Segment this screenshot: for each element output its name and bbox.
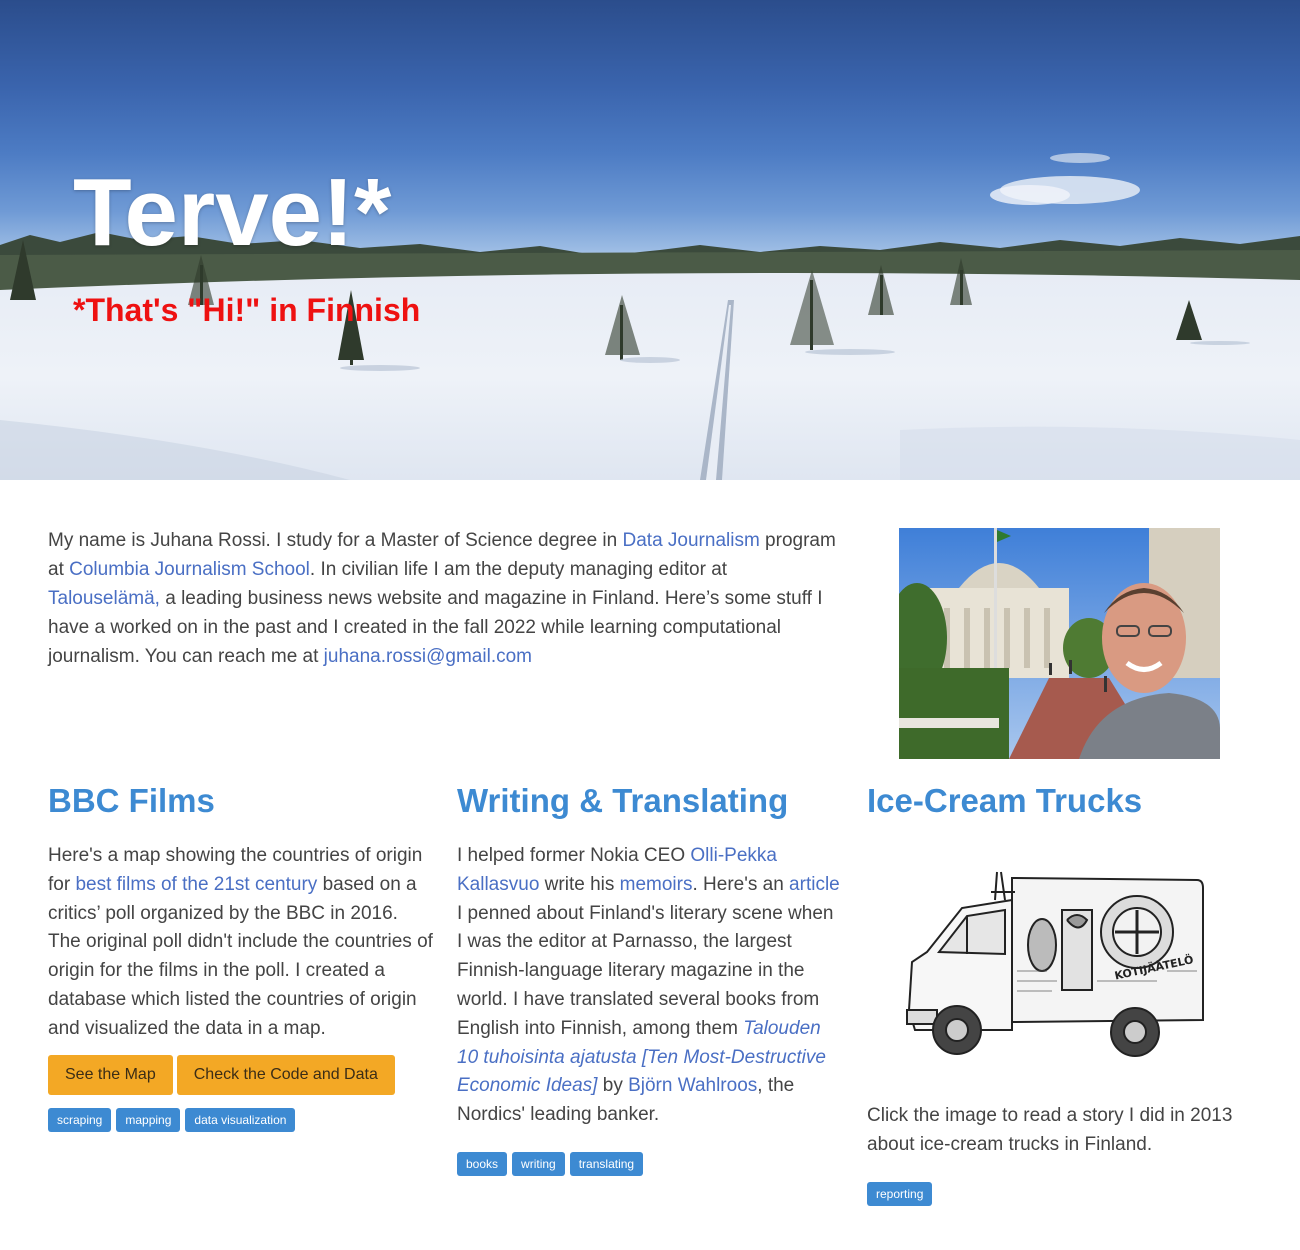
ice-cream-tags: reporting — [867, 1181, 1252, 1206]
tag-reporting[interactable]: reporting — [867, 1181, 933, 1206]
ice-cream-truck-image[interactable]: KOTIJÄÄTELÖ — [867, 870, 1252, 1090]
see-the-map-button[interactable]: See the Map — [48, 1054, 173, 1095]
talouselama-link[interactable]: Talouselämä, — [48, 588, 160, 609]
writing-text: write his — [539, 873, 620, 895]
data-journalism-link[interactable]: Data Journalism — [623, 530, 760, 551]
email-link[interactable]: juhana.rossi@gmail.com — [324, 646, 532, 667]
writing-description: I helped former Nokia CEO Olli-Pekka Kal… — [457, 842, 842, 1130]
ice-cream-trucks-heading: Ice-Cream Trucks — [867, 782, 1143, 819]
memoirs-link[interactable]: memoirs — [620, 874, 693, 895]
writing-text: . Here's an — [692, 873, 790, 895]
bbc-tags: scraping mapping data visualization — [48, 1107, 433, 1132]
tag-mapping[interactable]: mapping — [116, 1107, 181, 1132]
columbia-journalism-school-link[interactable]: Columbia Journalism School — [69, 559, 310, 580]
tag-scraping[interactable]: scraping — [48, 1107, 112, 1132]
best-films-link[interactable]: best films of the 21st century — [75, 874, 317, 895]
check-code-and-data-button[interactable]: Check the Code and Data — [176, 1054, 395, 1095]
project-ice-cream-trucks: Ice-Cream Trucks KOTIJÄÄTELÖ Click the i… — [867, 782, 1252, 1206]
bjorn-wahlroos-link[interactable]: Björn Wahlroos — [628, 1075, 757, 1096]
intro-text: My name is Juhana Rossi. I study for a M… — [48, 530, 623, 551]
bbc-text: based on a critics’ poll organized by th… — [48, 873, 433, 1039]
project-bbc-films: BBC Films Here's a map showing the count… — [48, 782, 433, 1132]
bbc-button-group: See the Map Check the Code and Data — [48, 1054, 433, 1095]
hero-title: Terve!* — [73, 159, 392, 266]
intro-text: . In civilian life I am the deputy manag… — [309, 559, 728, 580]
hero-subtitle: *That's "Hi!" in Finnish — [73, 292, 421, 328]
project-writing-translating: Writing & Translating I helped former No… — [457, 782, 842, 1176]
portrait-photo — [899, 528, 1220, 759]
writing-tags: books writing translating — [457, 1151, 842, 1176]
tag-data-visualization[interactable]: data visualization — [185, 1107, 296, 1132]
ice-cream-description: Click the image to read a story I did in… — [867, 1105, 1233, 1155]
article-link[interactable]: article — [789, 874, 840, 895]
tag-translating[interactable]: translating — [569, 1151, 644, 1176]
tag-writing[interactable]: writing — [512, 1151, 565, 1176]
writing-text: by — [597, 1075, 629, 1097]
writing-text: I helped former Nokia CEO — [457, 845, 691, 866]
intro-paragraph: My name is Juhana Rossi. I study for a M… — [48, 526, 838, 671]
hero-banner: Terve!* *That's "Hi!" in Finnish — [0, 0, 1300, 480]
bbc-films-description: Here's a map showing the countries of or… — [48, 842, 433, 1044]
writing-translating-heading: Writing & Translating — [457, 782, 789, 819]
bbc-films-heading: BBC Films — [48, 782, 215, 819]
tag-books[interactable]: books — [457, 1151, 508, 1176]
